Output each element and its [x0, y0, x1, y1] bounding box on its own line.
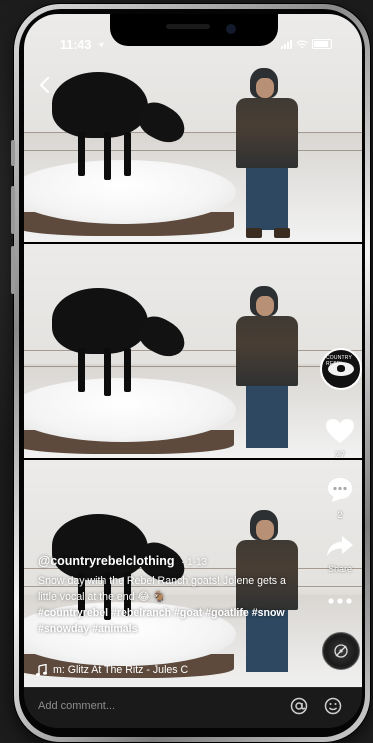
caption-hashtags[interactable]: #countryrebel #rebelranch #goat #goatlif… [38, 605, 298, 637]
author-handle[interactable]: @countryrebelclothing [38, 554, 175, 568]
location-arrow-icon [97, 42, 104, 48]
caption-block: @countryrebelclothing · 1-13 Snow day wi… [38, 552, 298, 637]
battery-icon [312, 39, 332, 49]
share-arrow-icon [327, 536, 353, 556]
comment-count: 2 [337, 510, 343, 520]
phone-volume-up [11, 186, 15, 234]
speaker [166, 24, 210, 29]
status-icons [281, 39, 332, 49]
comment-button[interactable]: 2 [320, 476, 360, 520]
emoji-button[interactable] [322, 697, 344, 719]
heart-icon [326, 419, 354, 443]
chevron-left-icon [39, 76, 50, 94]
more-button[interactable] [320, 592, 360, 610]
share-button[interactable]: Share [320, 534, 360, 574]
comment-bubble-icon [328, 478, 352, 502]
music-disc[interactable] [322, 632, 360, 670]
status-time: 11:43 [60, 38, 105, 52]
phone-mute-switch [11, 140, 15, 166]
music-info[interactable]: m: Glitz At The Ritz - Jules C [36, 664, 188, 676]
post-time: · 1-13 [180, 557, 208, 568]
notch [110, 14, 278, 46]
caption-text: Snow day with the Rebel Ranch goats! Jol… [38, 575, 286, 603]
comment-input[interactable]: Add comment... [38, 700, 115, 712]
man [236, 98, 298, 168]
share-label: Share [327, 564, 353, 574]
back-button[interactable] [38, 74, 50, 100]
wifi-icon [296, 39, 308, 48]
front-camera [226, 24, 236, 34]
avatar-emblem [328, 362, 354, 376]
mention-button[interactable] [288, 697, 310, 719]
status-time-text: 11:43 [60, 38, 92, 52]
video-frame-2[interactable] [24, 244, 362, 458]
music-disc-icon [334, 644, 348, 658]
more-dots-icon [328, 598, 352, 604]
music-label: m: Glitz At The Ritz - Jules C [53, 664, 189, 676]
like-button[interactable]: 27 [320, 418, 360, 460]
goat [52, 288, 148, 354]
goat [52, 72, 148, 138]
author-avatar[interactable]: COUNTRY REBEL [320, 348, 362, 390]
phone-volume-down [11, 246, 15, 294]
cellular-signal-icon [281, 39, 292, 49]
phone-screen: 11:43 COUNTRY 27 2 Share @countryrebelcl… [24, 14, 362, 728]
man [236, 316, 298, 386]
music-note-icon [36, 664, 47, 676]
emoji-icon [324, 697, 342, 715]
like-count: 27 [334, 450, 345, 460]
at-sign-icon [290, 697, 308, 715]
